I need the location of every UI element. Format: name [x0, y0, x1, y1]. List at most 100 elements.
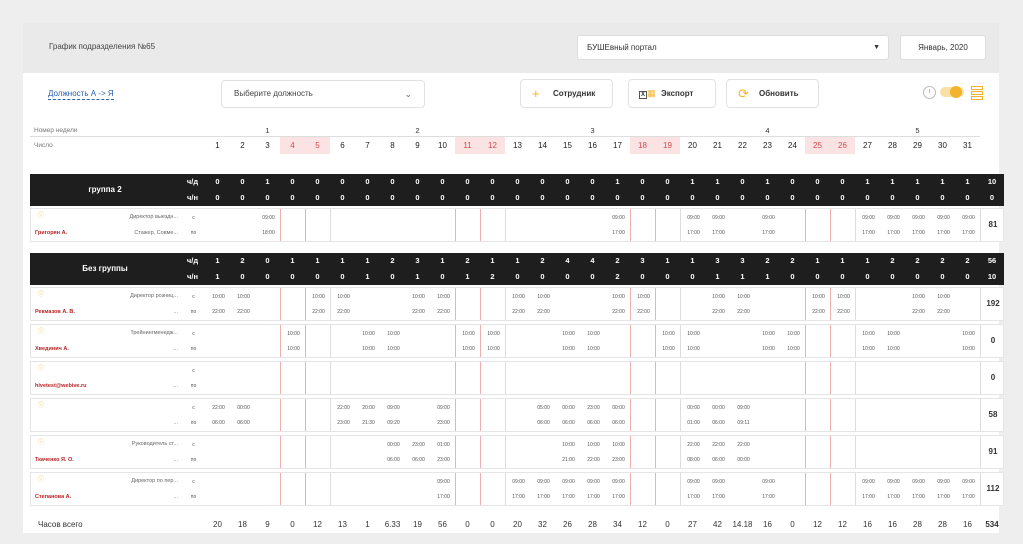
shift-start[interactable]: 10:00	[381, 329, 406, 339]
shift-end[interactable]: 17:00	[431, 492, 456, 502]
shift-end[interactable]: 17:00	[956, 492, 981, 502]
shift-start[interactable]: 20:00	[356, 403, 381, 413]
shift-start[interactable]: 00:00	[706, 403, 731, 413]
shift-end[interactable]: 23:00	[431, 418, 456, 428]
shift-start[interactable]: 09:00	[731, 403, 756, 413]
shift-end[interactable]: 10:00	[556, 344, 581, 354]
shift-end[interactable]: 09:20	[381, 418, 406, 428]
shift-end[interactable]: 17:00	[856, 228, 881, 238]
list-view-icon[interactable]	[971, 86, 983, 100]
shift-end[interactable]: 17:00	[706, 492, 731, 502]
shift-start[interactable]: 10:00	[331, 292, 356, 302]
month-picker[interactable]: Январь, 2020	[900, 35, 986, 60]
shift-end[interactable]: 22:00	[606, 307, 631, 317]
shift-start[interactable]: 09:00	[856, 477, 881, 487]
shift-end[interactable]: 17:00	[906, 492, 931, 502]
employee-name[interactable]	[31, 417, 141, 429]
shift-end[interactable]: 21:30	[356, 418, 381, 428]
shift-start[interactable]: 10:00	[231, 292, 256, 302]
employee-row[interactable]: ⓘ... с по 22:00 00:00 22:00 20:00 09:00 09:00 05:…	[30, 398, 1004, 432]
shift-start[interactable]: 09:00	[881, 477, 906, 487]
refresh-button[interactable]: ⟳ Обновить	[726, 79, 819, 108]
shift-start[interactable]: 10:00	[906, 292, 931, 302]
shift-start[interactable]: 10:00	[506, 292, 531, 302]
shift-end[interactable]: 17:00	[556, 492, 581, 502]
export-button[interactable]: X ▦ Экспорт	[628, 79, 716, 108]
shift-end[interactable]: 17:00	[931, 228, 956, 238]
shift-start[interactable]: 10:00	[556, 329, 581, 339]
shift-start[interactable]: 09:00	[431, 403, 456, 413]
employee-name[interactable]: Хвединич А.	[31, 343, 141, 355]
shift-start[interactable]: 09:00	[881, 213, 906, 223]
shift-start[interactable]: 01:00	[431, 440, 456, 450]
shift-start[interactable]: 09:00	[956, 477, 981, 487]
add-employee-button[interactable]: + Сотрудник	[520, 79, 613, 108]
shift-start[interactable]: 09:00	[931, 477, 956, 487]
shift-start[interactable]: 09:00	[506, 477, 531, 487]
shift-start[interactable]: 09:00	[706, 477, 731, 487]
shift-end[interactable]: 06:00	[706, 455, 731, 465]
shift-start[interactable]: 10:00	[581, 329, 606, 339]
shift-end[interactable]: 06:00	[206, 418, 231, 428]
shift-start[interactable]: 09:00	[931, 213, 956, 223]
shift-start[interactable]: 10:00	[356, 329, 381, 339]
shift-end[interactable]: 10:00	[856, 344, 881, 354]
shift-start[interactable]: 10:00	[431, 292, 456, 302]
shift-end[interactable]: 10:00	[756, 344, 781, 354]
shift-end[interactable]: 17:00	[681, 228, 706, 238]
shift-start[interactable]: 09:00	[956, 213, 981, 223]
shift-end[interactable]: 10:00	[281, 344, 306, 354]
shift-start[interactable]: 10:00	[606, 440, 631, 450]
employee-name[interactable]: Степанова А.	[31, 491, 141, 503]
shift-end[interactable]: 17:00	[856, 492, 881, 502]
shift-start[interactable]: 10:00	[931, 292, 956, 302]
shift-start[interactable]: 10:00	[281, 329, 306, 339]
shift-end[interactable]: 22:00	[631, 307, 656, 317]
shift-end[interactable]: 10:00	[456, 344, 481, 354]
shift-start[interactable]: 22:00	[731, 440, 756, 450]
shift-end[interactable]: 17:00	[756, 492, 781, 502]
shift-end[interactable]: 10:00	[956, 344, 981, 354]
shift-end[interactable]: 17:00	[906, 228, 931, 238]
shift-end[interactable]: 10:00	[581, 344, 606, 354]
employee-row[interactable]: ⓘ Руководитель ст... Ткаченко Я. О.... с по 0…	[30, 435, 1004, 469]
shift-start[interactable]: 09:00	[856, 213, 881, 223]
shift-end[interactable]: 17:00	[756, 228, 781, 238]
shift-end[interactable]: 22:00	[831, 307, 856, 317]
shift-start[interactable]: 00:00	[231, 403, 256, 413]
shift-start[interactable]: 10:00	[681, 329, 706, 339]
shift-end[interactable]: 06:00	[231, 418, 256, 428]
shift-end[interactable]: 22:00	[906, 307, 931, 317]
shift-start[interactable]: 10:00	[581, 440, 606, 450]
shift-start[interactable]: 09:00	[256, 213, 281, 223]
sort-link[interactable]: Должность А -> Я	[48, 88, 114, 100]
shift-end[interactable]: 06:00	[531, 418, 556, 428]
employee-name[interactable]: Рекмазов А. В.	[31, 306, 141, 318]
shift-end[interactable]: 23:00	[606, 455, 631, 465]
shift-end[interactable]: 22:00	[806, 307, 831, 317]
shift-start[interactable]: 09:00	[906, 213, 931, 223]
shift-start[interactable]: 22:00	[206, 403, 231, 413]
shift-start[interactable]: 09:00	[706, 213, 731, 223]
shift-start[interactable]: 10:00	[831, 292, 856, 302]
shift-start[interactable]: 10:00	[306, 292, 331, 302]
shift-end[interactable]: 06:00	[581, 418, 606, 428]
employee-row[interactable]: ⓘ Трейнингменедж... Хвединич А.... с по 10:00…	[30, 324, 1004, 358]
shift-end[interactable]: 22:00	[931, 307, 956, 317]
shift-start[interactable]: 23:00	[406, 440, 431, 450]
shift-end[interactable]: 17:00	[581, 492, 606, 502]
shift-start[interactable]: 00:00	[681, 403, 706, 413]
shift-start[interactable]: 09:00	[581, 477, 606, 487]
shift-start[interactable]: 10:00	[406, 292, 431, 302]
shift-end[interactable]: 10:00	[881, 344, 906, 354]
shift-start[interactable]: 10:00	[481, 329, 506, 339]
shift-end[interactable]: 06:00	[706, 418, 731, 428]
view-toggle[interactable]	[940, 86, 964, 98]
shift-start[interactable]: 23:00	[581, 403, 606, 413]
shift-start[interactable]: 09:00	[556, 477, 581, 487]
shift-end[interactable]: 17:00	[681, 492, 706, 502]
shift-start[interactable]: 10:00	[456, 329, 481, 339]
shift-start[interactable]: 10:00	[956, 329, 981, 339]
shift-start[interactable]: 10:00	[606, 292, 631, 302]
employee-row[interactable]: ⓘ Директор выездн... Григорян А. Стажер, Со…	[30, 208, 1004, 242]
